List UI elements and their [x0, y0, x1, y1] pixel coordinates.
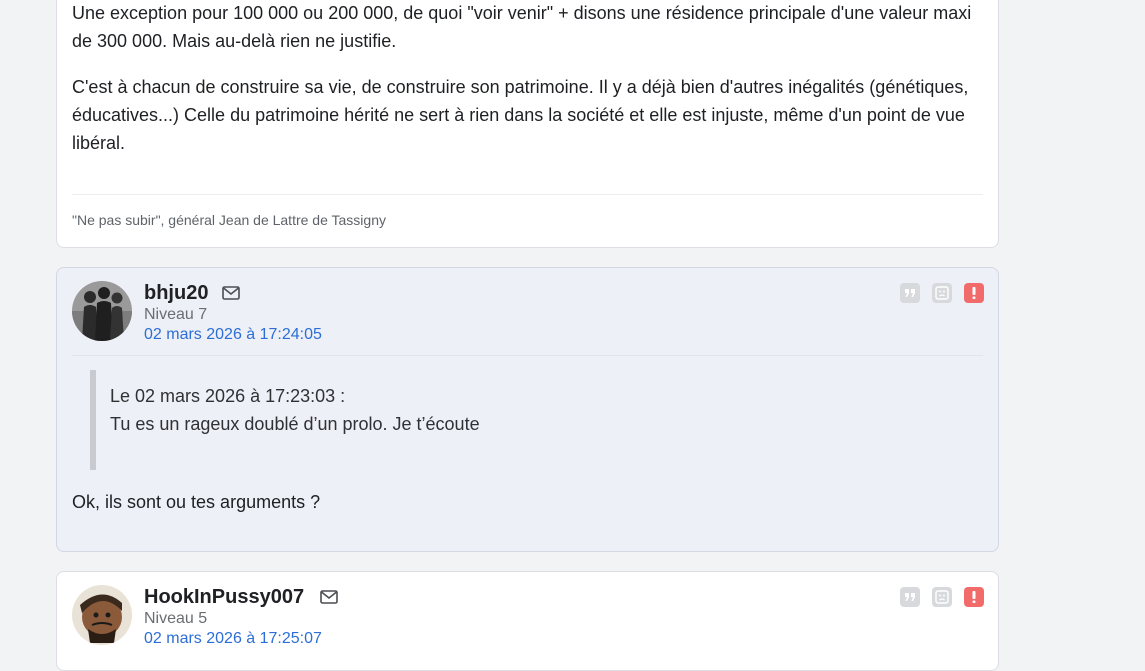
quote-text: Tu es un rageux doublé d’un prolo. Je t’…	[110, 414, 480, 434]
mail-icon[interactable]	[320, 590, 338, 604]
report-icon[interactable]	[964, 283, 984, 303]
author-name[interactable]: HookInPussy007	[144, 586, 304, 609]
post-date-link[interactable]: 02 mars 2026 à 17:25:07	[144, 630, 322, 648]
signature-divider	[72, 194, 983, 195]
post-text: Ok, ils sont ou tes arguments ?	[72, 492, 321, 512]
author-name[interactable]: bhju20	[144, 282, 208, 305]
post-signature: "Ne pas subir", général Jean de Lattre d…	[72, 212, 386, 228]
blockquote: Le 02 mars 2026 à 17:23:03 : Tu es un ra…	[90, 370, 796, 470]
post-paragraph: Une exception pour 100 000 ou 200 000, d…	[72, 3, 972, 51]
post-header-divider	[72, 355, 983, 356]
forum-post: Une exception pour 100 000 ou 200 000, d…	[56, 0, 999, 248]
post-paragraph: C'est à chacun de construire sa vie, de …	[72, 77, 969, 153]
report-icon[interactable]	[964, 587, 984, 607]
sad-face-icon[interactable]	[932, 283, 952, 303]
mail-icon[interactable]	[222, 286, 240, 300]
author-level: Niveau 5	[144, 610, 208, 627]
avatar[interactable]	[72, 585, 132, 645]
avatar[interactable]	[72, 281, 132, 341]
quote-header: Le 02 mars 2026 à 17:23:03 :	[110, 386, 346, 406]
author-level: Niveau 7	[144, 306, 208, 323]
post-actions	[900, 283, 984, 303]
sad-face-icon[interactable]	[932, 587, 952, 607]
quote-icon[interactable]	[900, 283, 920, 303]
post-date-link[interactable]: 02 mars 2026 à 17:24:05	[144, 326, 322, 344]
forum-post: bhju20 Niveau 7 02 mars 2026 à 17:24:05 …	[56, 267, 999, 552]
post-actions	[900, 587, 984, 607]
forum-post: HookInPussy007 Niveau 5 02 mars 2026 à 1…	[56, 571, 999, 671]
quote-icon[interactable]	[900, 587, 920, 607]
